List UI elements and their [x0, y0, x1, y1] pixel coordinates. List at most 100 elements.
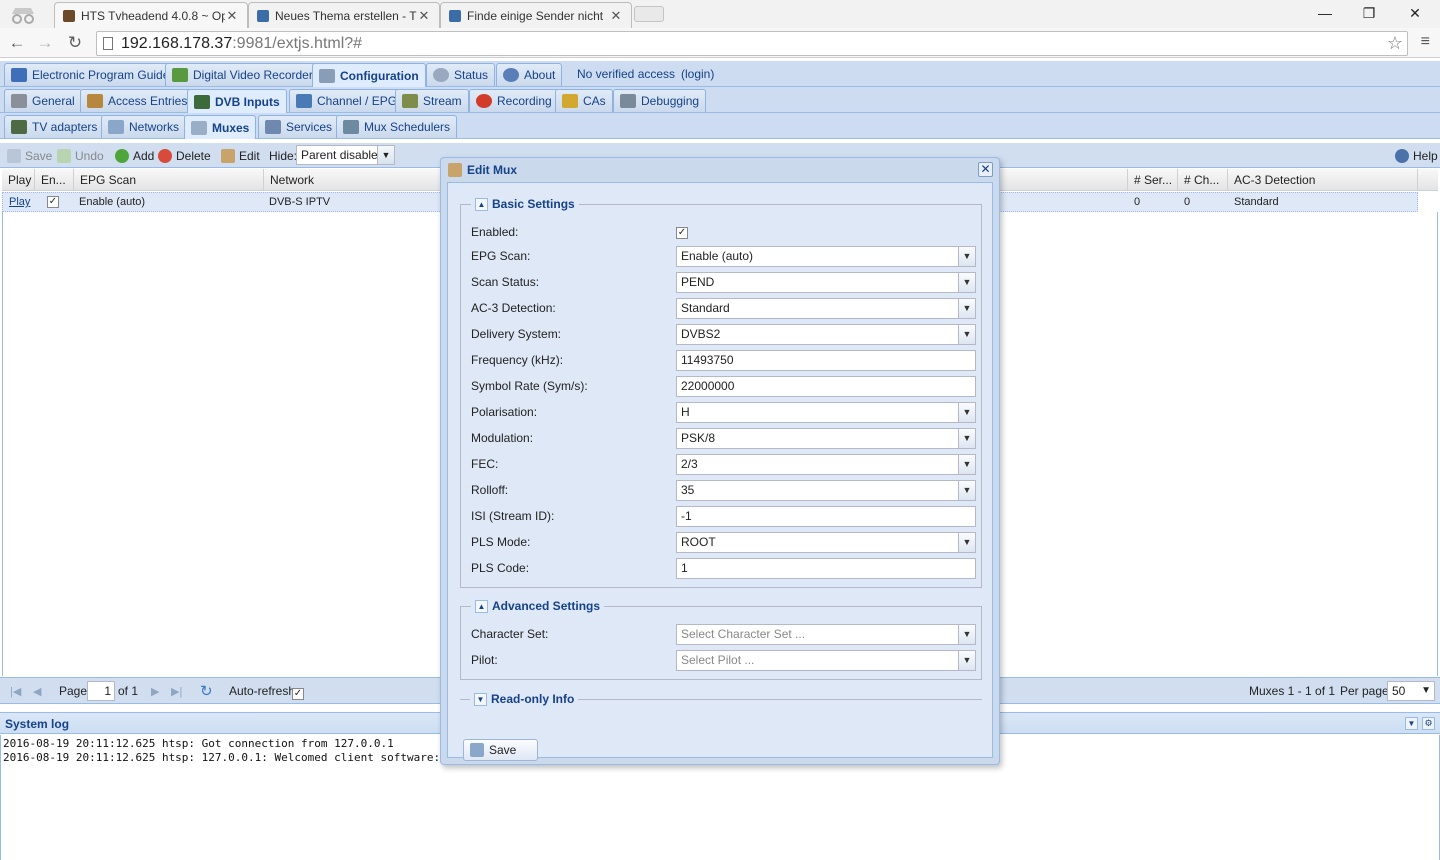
tab-access-entries[interactable]: Access Entries: [80, 89, 195, 112]
chevron-down-icon[interactable]: ▼: [958, 651, 975, 670]
tab-about[interactable]: About: [496, 63, 563, 86]
first-page-icon[interactable]: |◀: [10, 685, 21, 698]
polarisation-select[interactable]: H ▼: [676, 402, 976, 423]
tab-epg[interactable]: Electronic Program Guide: [4, 63, 177, 86]
column-header-epg-scan[interactable]: EPG Scan: [74, 169, 264, 191]
chevron-down-icon[interactable]: ▼: [958, 625, 975, 644]
epg-scan-select[interactable]: Enable (auto) ▼: [676, 246, 976, 267]
column-header-ac3[interactable]: AC-3 Detection: [1228, 169, 1418, 191]
tab-muxes[interactable]: Muxes: [184, 115, 257, 139]
save-button[interactable]: Save: [7, 147, 52, 165]
help-button[interactable]: Help: [1395, 147, 1438, 165]
pls-code-field[interactable]: 1: [676, 558, 976, 579]
tab-configuration[interactable]: Configuration: [312, 63, 426, 87]
undo-button[interactable]: Undo: [57, 147, 104, 165]
collapse-icon[interactable]: ▼: [1405, 717, 1418, 730]
character-set-select[interactable]: Select Character Set ... ▼: [676, 624, 976, 645]
chevron-down-icon[interactable]: ▼: [958, 247, 975, 266]
tab-general[interactable]: General: [4, 89, 82, 112]
collapse-icon[interactable]: ▲: [475, 599, 488, 613]
chevron-down-icon[interactable]: ▼: [958, 299, 975, 318]
chevron-down-icon[interactable]: ▼: [377, 146, 394, 164]
symbol-rate-field[interactable]: 22000000: [676, 376, 976, 397]
basic-settings-legend[interactable]: ▲ Basic Settings: [471, 197, 579, 211]
next-page-icon[interactable]: ▶: [151, 685, 159, 698]
collapse-icon[interactable]: ▲: [475, 197, 488, 211]
enabled-checkbox[interactable]: ✓: [47, 196, 59, 209]
enabled-checkbox[interactable]: ✓: [676, 226, 688, 239]
column-header-network[interactable]: Network: [264, 169, 442, 191]
per-page-select[interactable]: 50 ▼: [1387, 681, 1435, 701]
expand-icon[interactable]: ▼: [474, 692, 487, 706]
tab-stream[interactable]: Stream: [395, 89, 469, 112]
delivery-system-select[interactable]: DVBS2 ▼: [676, 324, 976, 345]
refresh-icon[interactable]: ↻: [200, 682, 213, 700]
fec-select[interactable]: 2/3 ▼: [676, 454, 976, 475]
chevron-down-icon[interactable]: ▼: [958, 403, 975, 422]
gear-icon[interactable]: ⚙: [1422, 717, 1435, 730]
close-icon[interactable]: ✕: [225, 8, 239, 24]
system-log-title: System log: [5, 717, 70, 731]
ac3-detection-select[interactable]: Standard ▼: [676, 298, 976, 319]
rolloff-select[interactable]: 35 ▼: [676, 480, 976, 501]
column-header-enabled[interactable]: En...: [35, 169, 74, 191]
login-link[interactable]: (login): [681, 67, 714, 81]
close-icon[interactable]: ✕: [978, 162, 993, 177]
tab-tv-adapters[interactable]: TV adapters: [4, 115, 105, 138]
advanced-settings-legend[interactable]: ▲ Advanced Settings: [471, 599, 605, 613]
tab-networks[interactable]: Networks: [101, 115, 187, 138]
reload-icon[interactable]: ↻: [64, 32, 86, 54]
scan-status-select[interactable]: PEND ▼: [676, 272, 976, 293]
pls-mode-select[interactable]: ROOT ▼: [676, 532, 976, 553]
window-close-icon[interactable]: ✕: [1400, 4, 1430, 22]
delete-button[interactable]: Delete: [158, 147, 211, 165]
dialog-header[interactable]: Edit Mux ✕: [441, 158, 999, 182]
frequency-field[interactable]: 11493750: [676, 350, 976, 371]
chevron-down-icon[interactable]: ▼: [1421, 682, 1431, 700]
dialog-save-button[interactable]: Save: [463, 739, 538, 761]
modulation-select[interactable]: PSK/8 ▼: [676, 428, 976, 449]
browser-tab-forum-2[interactable]: Finde einige Sender nicht ✕: [440, 2, 632, 28]
address-bar[interactable]: 192.168.178.37:9981/extjs.html?# ☆: [96, 31, 1408, 56]
prev-page-icon[interactable]: ◀: [33, 685, 41, 698]
add-button[interactable]: Add: [115, 147, 154, 165]
bookmark-star-icon[interactable]: ☆: [1387, 32, 1403, 55]
close-icon[interactable]: ✕: [609, 8, 623, 24]
chevron-down-icon[interactable]: ▼: [958, 533, 975, 552]
last-page-icon[interactable]: ▶|: [171, 685, 182, 698]
column-header-services[interactable]: # Ser...: [1128, 169, 1178, 191]
isi-field[interactable]: -1: [676, 506, 976, 527]
new-tab-button[interactable]: [634, 6, 664, 22]
close-icon[interactable]: ✕: [417, 8, 431, 24]
forward-icon[interactable]: →: [34, 32, 56, 54]
tab-dvb-inputs[interactable]: DVB Inputs: [187, 89, 287, 113]
chevron-down-icon[interactable]: ▼: [958, 325, 975, 344]
column-header-play[interactable]: Play: [2, 169, 35, 191]
chevron-down-icon[interactable]: ▼: [958, 429, 975, 448]
restore-icon[interactable]: ❐: [1354, 4, 1384, 22]
chevron-down-icon[interactable]: ▼: [958, 273, 975, 292]
hide-select[interactable]: Parent disabled ▼: [296, 145, 395, 165]
tab-mux-schedulers[interactable]: Mux Schedulers: [336, 115, 458, 138]
chrome-menu-icon[interactable]: ≡: [1421, 33, 1430, 51]
readonly-legend[interactable]: ▼ Read-only Info: [470, 692, 579, 706]
tab-services[interactable]: Services: [258, 115, 340, 138]
tab-cas[interactable]: CAs: [555, 89, 613, 112]
minimize-icon[interactable]: —: [1310, 4, 1340, 22]
column-header-channels[interactable]: # Ch...: [1178, 169, 1228, 191]
tab-status[interactable]: Status: [426, 63, 496, 86]
tab-debugging[interactable]: Debugging: [613, 89, 707, 112]
tab-dvr[interactable]: Digital Video Recorder: [165, 63, 320, 86]
back-icon[interactable]: ←: [6, 32, 28, 54]
browser-tab-forum[interactable]: Neues Thema erstellen - T ✕: [248, 2, 440, 28]
auto-refresh-checkbox[interactable]: ✓: [292, 687, 304, 700]
tab-channel-epg[interactable]: Channel / EPG: [289, 89, 405, 112]
browser-tab-tvheadend[interactable]: HTS Tvheadend 4.0.8 ~ Op ✕: [54, 2, 248, 28]
pilot-select[interactable]: Select Pilot ... ▼: [676, 650, 976, 671]
page-number-input[interactable]: 1: [87, 681, 115, 701]
tab-recording[interactable]: Recording: [469, 89, 559, 112]
play-link[interactable]: Play: [3, 193, 30, 211]
edit-button[interactable]: Edit: [221, 147, 260, 165]
chevron-down-icon[interactable]: ▼: [958, 455, 975, 474]
chevron-down-icon[interactable]: ▼: [958, 481, 975, 500]
